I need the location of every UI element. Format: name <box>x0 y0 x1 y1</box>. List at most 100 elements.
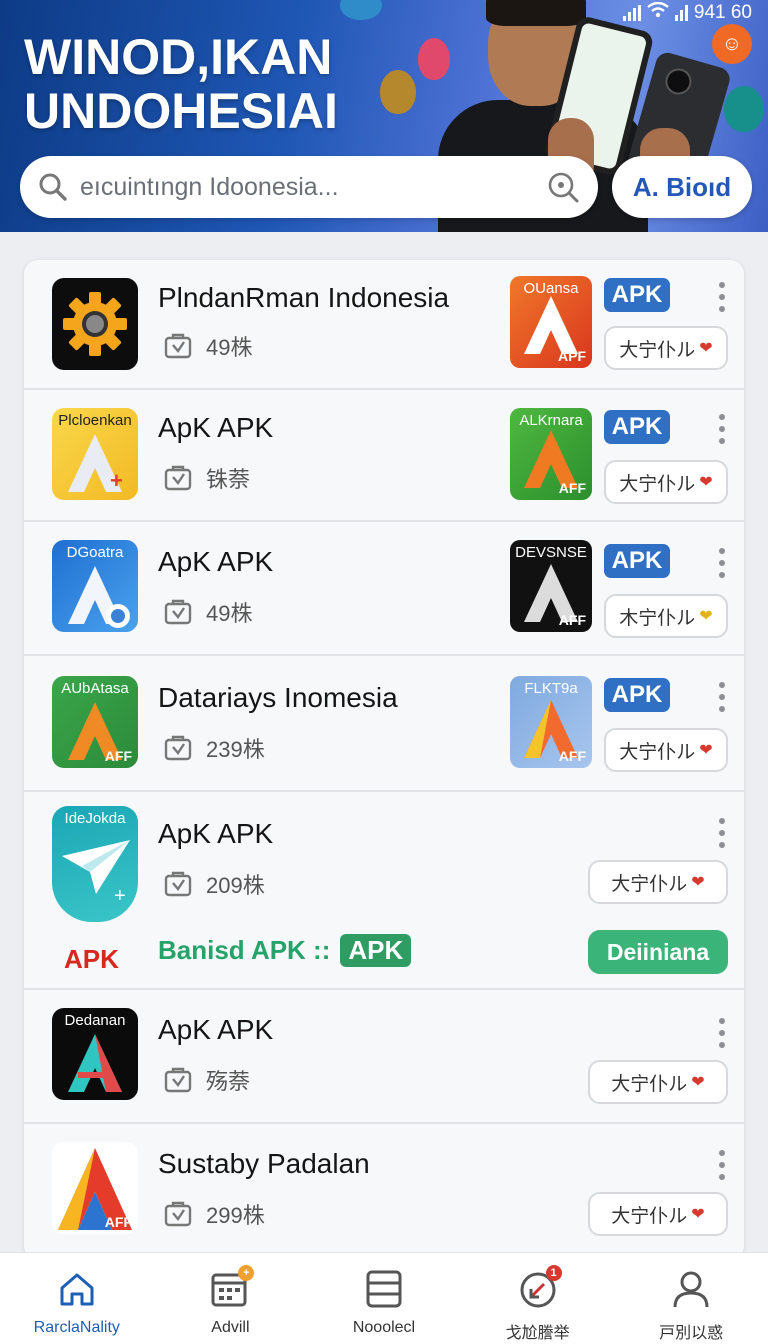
balloon-decoration <box>724 86 764 132</box>
nav-label: Nooolecl <box>352 1319 416 1336</box>
download-button[interactable]: 大宁仆ル ❤ <box>588 1060 728 1104</box>
app-size: 299株 <box>206 1203 265 1228</box>
app-icon: DGoatra <box>52 540 138 632</box>
calendar-icon: + <box>210 1265 255 1309</box>
title-line-2: UNDOHESIAI <box>24 83 338 139</box>
scan-search-icon[interactable] <box>546 170 580 204</box>
thumbnail-tag: APF <box>558 348 586 364</box>
nav-label: RarclaNality <box>33 1319 120 1336</box>
nav-label: 戈尬謄举 <box>505 1325 570 1342</box>
icon-label: IdeJokda <box>64 810 126 827</box>
page-title: WINOD,IKAN UNDOHESIAI <box>24 30 338 138</box>
more-options-icon[interactable] <box>718 282 726 312</box>
thumbnail-label: ALKrnara <box>519 412 583 429</box>
download-label: 大宁仆ル <box>611 1205 688 1227</box>
apk-badge: APK <box>604 410 670 444</box>
app-name[interactable]: ApK APK <box>158 1014 273 1046</box>
more-options-icon[interactable] <box>718 1150 726 1180</box>
apk-badge: APK <box>604 544 670 578</box>
list-item[interactable]: AFF Sustaby Padalan 299株 大宁仆ル ❤ <box>24 1124 744 1260</box>
package-icon <box>164 1201 192 1227</box>
nav-item-notifications[interactable]: 1 戈尬謄举 <box>461 1253 615 1344</box>
package-icon <box>164 1067 192 1093</box>
app-size: 49株 <box>206 601 253 626</box>
thumbnail-tag: AFF <box>558 748 586 764</box>
heart-icon: ❤ <box>691 1206 705 1223</box>
app-thumbnail: DEVSNSE AFF <box>510 540 592 632</box>
package-icon <box>164 735 192 761</box>
list-item[interactable]: Dedanan ApK APK 殇萘 大宁仆ル ❤ <box>24 990 744 1124</box>
search-bar[interactable]: eıcuintıngn Idoonesia... <box>20 156 598 218</box>
hero-header: WINOD,IKAN UNDOHESIAI 941 60 ☺ eıcuintın… <box>0 0 768 232</box>
nav-item-advill[interactable]: + Advill <box>154 1253 308 1344</box>
heart-icon: ❤ <box>699 742 713 759</box>
app-meta: 49株 <box>164 330 252 362</box>
app-name[interactable]: Sustaby Padalan <box>158 1148 370 1180</box>
list-item[interactable]: DGoatra ApK APK 49株 DEVSNSE AFF APK 木宁仆ル… <box>24 522 744 656</box>
signal-icon <box>622 5 641 21</box>
heart-icon: ❤ <box>699 340 713 357</box>
balloon-decoration <box>380 70 416 114</box>
package-icon <box>164 871 192 897</box>
list-item[interactable]: AUbAtasa AFF Datariays Inomesia 239株 FLK… <box>24 656 744 792</box>
title-line-1: WINOD,IKAN <box>24 29 333 85</box>
app-icon: Dedanan <box>52 1008 138 1100</box>
app-list: PlndanRman Indonesia 49株 OUansa APF APK … <box>24 260 744 1260</box>
icon-tag: AFF <box>104 748 132 764</box>
download-button[interactable]: 大宁仆ル ❤ <box>604 460 728 504</box>
app-name[interactable]: Datariays Inomesia <box>158 682 398 714</box>
nav-item-profile[interactable]: 戸別以惑 <box>614 1253 768 1344</box>
download-label: 大宁仆ル <box>611 873 688 895</box>
download-button[interactable]: 大宁仆ル ❤ <box>604 728 728 772</box>
app-thumbnail: FLKT9a AFF <box>510 676 592 768</box>
app-name[interactable]: ApK APK <box>158 546 273 578</box>
package-icon <box>164 333 192 359</box>
download-button[interactable]: 大宁仆ル ❤ <box>604 326 728 370</box>
thumbnail-tag: AFF <box>558 480 586 496</box>
thumbnail-label: DEVSNSE <box>515 544 587 561</box>
signal-icon <box>674 5 688 21</box>
download-label: 大宁仆ル <box>611 1073 688 1095</box>
app-name[interactable]: PlndanRman Indonesia <box>158 282 449 314</box>
download-button[interactable]: 大宁仆ル ❤ <box>588 1192 728 1236</box>
svg-text:+: + <box>110 468 123 493</box>
more-options-icon[interactable] <box>718 682 726 712</box>
search-input[interactable]: eıcuintıngn Idoonesia... <box>80 173 546 202</box>
app-meta: 殇萘 <box>164 1064 250 1096</box>
icon-label: AUbAtasa <box>61 680 129 697</box>
apk-badge: APK <box>604 278 670 312</box>
list-item[interactable]: IdeJokda + ApK APK 209株 大宁仆ル ❤ APK Banisd… <box>24 792 744 990</box>
promo-label: Banisd APK :: APK <box>158 934 412 967</box>
app-meta: 209株 <box>164 868 265 900</box>
header-action-button[interactable]: A. Bioıd <box>612 156 752 218</box>
heart-icon: ❤ <box>699 608 713 625</box>
notification-icon: 1 <box>518 1265 562 1309</box>
notification-badge-icon[interactable]: ☺ <box>712 24 752 64</box>
bottom-navigation: RarclaNality + Advill Nooolecl 1 戈尬謄举 戸別… <box>0 1252 768 1344</box>
app-name[interactable]: ApK APK <box>158 412 273 444</box>
app-name[interactable]: ApK APK <box>158 818 273 850</box>
list-item[interactable]: Plcloenkan + ApK APK 铢萘 ALKrnara AFF APK… <box>24 390 744 522</box>
icon-label: DGoatra <box>66 544 124 561</box>
promo-button[interactable]: Deiiniana <box>588 930 728 974</box>
app-size: 209株 <box>206 873 265 898</box>
nav-label: Advill <box>211 1319 250 1336</box>
app-icon: Plcloenkan + <box>52 408 138 500</box>
list-icon <box>364 1269 404 1309</box>
download-label: 大宁仆ル <box>619 473 696 495</box>
list-item[interactable]: PlndanRman Indonesia 49株 OUansa APF APK … <box>24 260 744 390</box>
apk-label: APK <box>64 944 119 974</box>
nav-item-home[interactable]: RarclaNality <box>0 1253 154 1344</box>
download-label: 大宁仆ル <box>619 339 696 361</box>
package-icon <box>164 465 192 491</box>
more-options-icon[interactable] <box>718 1018 726 1048</box>
download-button[interactable]: 木宁仆ル ❤ <box>604 594 728 638</box>
icon-label: Dedanan <box>64 1012 126 1029</box>
more-options-icon[interactable] <box>718 414 726 444</box>
thumbnail-label: FLKT9a <box>524 680 578 697</box>
more-options-icon[interactable] <box>718 818 726 848</box>
status-time: 941 60 <box>693 2 752 23</box>
nav-item-noolecl[interactable]: Nooolecl <box>307 1253 461 1344</box>
download-button[interactable]: 大宁仆ル ❤ <box>588 860 728 904</box>
more-options-icon[interactable] <box>718 548 726 578</box>
